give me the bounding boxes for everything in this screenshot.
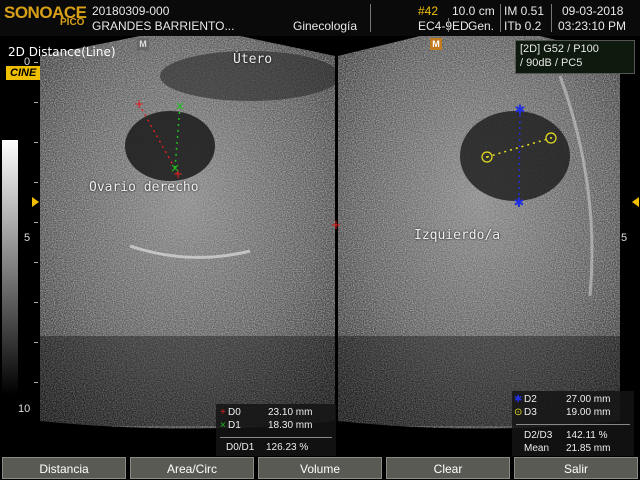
label-izquierdo[interactable]: Izquierdo/a (414, 228, 500, 243)
depth-label-5: 5 (24, 232, 31, 244)
label-utero[interactable]: Útero (233, 52, 272, 67)
depth-tick (34, 382, 38, 383)
exam-time: 03:23:10 PM (558, 19, 627, 33)
focus-arrow-left (32, 197, 39, 207)
label-ovario-derecho[interactable]: Ovario derecho (89, 180, 199, 195)
mean-label: Mean (524, 443, 550, 454)
depth-label-10: 10 (18, 403, 31, 415)
depth-tick (34, 182, 38, 183)
d3-label: D3 (524, 407, 537, 418)
patient-name: GRANDES BARRIENTO... (92, 19, 235, 33)
exam-type: Ginecología (293, 19, 358, 33)
header-divider (448, 18, 449, 32)
depth-value: 10.0 cm (452, 4, 495, 18)
left-sector-image (40, 36, 335, 429)
svg-text:✱: ✱ (514, 196, 525, 211)
d2-value: 27.00 mm (566, 394, 611, 405)
im-value: IM 0.51 (504, 4, 545, 18)
grayscale-bar (2, 140, 18, 395)
svg-text:×: × (175, 99, 185, 113)
measurement-results-left: + D0 23.10 mm × D1 18.30 mm D0/D1 126.23… (216, 404, 336, 456)
area-circ-button[interactable]: Area/Circ (130, 457, 254, 479)
depth-tick (34, 222, 38, 223)
right-orientation-marker: M (430, 38, 442, 50)
d2-marker-icon: ✱ (514, 394, 523, 405)
salir-button[interactable]: Salir (514, 457, 638, 479)
results-divider (516, 424, 630, 425)
d2-d3-ratio-label: D2/D3 (524, 430, 553, 441)
d1-value: 18.30 mm (268, 420, 313, 431)
probe-name: EC4-9ED (418, 19, 469, 33)
d0-value: 23.10 mm (268, 407, 313, 418)
d0-d1-ratio-value: 126.23 % (266, 442, 309, 453)
volume-button[interactable]: Volume (258, 457, 382, 479)
depth-tick (34, 262, 38, 263)
svg-text:✱: ✱ (515, 103, 526, 118)
measurement-results-right: ✱ D2 27.00 mm ⊙ D3 19.00 mm D2/D3 142.11… (512, 391, 634, 456)
exam-date: 09-03-2018 (562, 4, 624, 18)
image-parameters-panel: [2D] G52 / P100 / 90dB / PC5 (515, 40, 635, 74)
svg-text:×: × (170, 161, 180, 175)
header-divider (500, 4, 501, 32)
frame-number: #42 (418, 4, 439, 18)
mean-value: 21.85 mm (566, 443, 611, 454)
d2-d3-ratio-value: 142.11 % (566, 430, 608, 441)
itb-value: ITb 0.2 (504, 19, 542, 33)
brand-logo-sub: PICO (60, 17, 85, 28)
gen-label: Gen. (468, 19, 495, 33)
header-bar: SONOACE PICO 20180309-000 GRANDES BARRIE… (0, 0, 640, 36)
depth-tick (34, 142, 38, 143)
d0-label: D0 (228, 407, 241, 418)
left-orientation-marker: M (137, 38, 149, 50)
results-divider (220, 437, 332, 438)
d0-d1-ratio-label: D0/D1 (226, 442, 255, 453)
softkey-bar: Distancia Area/Circ Volume Clear Salir (0, 456, 640, 480)
patient-id: 20180309-000 (92, 4, 170, 18)
cine-badge: CINE (6, 66, 41, 80)
d3-value: 19.00 mm (566, 407, 611, 418)
d1-marker-icon: × (220, 420, 226, 431)
depth-tick (34, 62, 38, 63)
clear-button[interactable]: Clear (386, 457, 510, 479)
svg-text:+: + (134, 97, 144, 111)
right-depth-label-5: 5 (621, 232, 628, 244)
d2-label: D2 (524, 394, 537, 405)
header-divider (551, 4, 552, 32)
d1-label: D1 (228, 420, 241, 431)
depth-label-0: 0 (24, 56, 31, 68)
image-params-line1: [2D] G52 / P100 (520, 43, 599, 55)
header-divider (370, 4, 371, 32)
depth-tick (34, 342, 38, 343)
depth-tick (34, 302, 38, 303)
depth-tick (34, 102, 38, 103)
distancia-button[interactable]: Distancia (2, 457, 126, 479)
d3-marker-icon: ⊙ (514, 407, 523, 418)
image-params-line2: / 90dB / PC5 (520, 57, 583, 69)
d0-marker-icon: + (220, 407, 226, 418)
focus-marker: + (331, 218, 342, 233)
focus-arrow-right (632, 197, 639, 207)
